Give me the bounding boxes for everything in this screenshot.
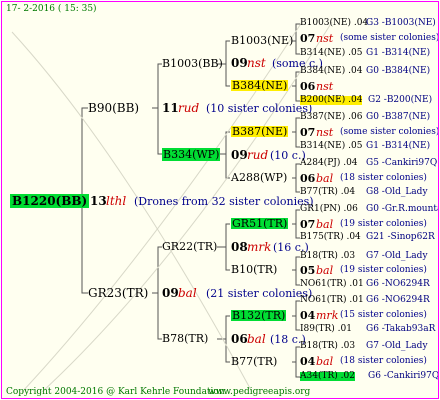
g3-colony[interactable]: B384(NE) [231,80,289,91]
g4-reference: G7 -Old_Lady [366,341,428,351]
g4-colony[interactable]: A284(PJ) .04 [300,159,358,168]
g2-colony[interactable]: B334(WP) [162,148,221,161]
g2-generation: 11 [162,101,179,115]
g4-note: (18 sister colonies) [340,173,427,183]
root-line-name: lthl [106,194,127,208]
g4-note: (19 sister colonies) [340,265,427,275]
g4-line-name: bal [316,264,334,277]
pedigree-frame: 17- 2-2016 ( 15: 35) B1220(BB) 13 lthl (… [1,1,439,399]
g3-generation: 08 [231,240,248,254]
g4-reference: G6 -Takab93aR [366,324,436,334]
g1-colony[interactable]: B90(BB) [88,102,139,114]
g4-reference: G7 -Old_Lady [366,251,428,261]
g2-line-name: bal [247,332,266,346]
g2-colony[interactable]: GR22(TR) [162,241,217,252]
g4-generation: 05 [300,264,316,277]
g4-generation: 06 [300,172,316,185]
g4-reference: G8 -Old_Lady [366,187,428,197]
root-colony-id[interactable]: B1220(BB) [10,194,90,208]
g4-generation: 04 [300,309,316,322]
g4-reference: G1 -B314(NE) [366,48,431,58]
g4-reference: G1 -B314(NE) [366,141,431,151]
g4-generation: 07 [300,32,316,45]
g2-colony[interactable]: B78(TR) [162,333,208,344]
g4-generation: 07 [300,218,316,231]
g1-colony[interactable]: GR23(TR) [88,287,148,299]
g4-colony[interactable]: B387(NE) .06 [300,113,362,122]
g4-colony[interactable]: NO61(TR) .01 [300,280,364,289]
g2-generation: 09 [162,286,179,300]
g3-colony[interactable]: B387(NE) [231,126,289,137]
g4-colony[interactable]: B200(NE) .04 [300,96,363,105]
g4-note: (19 sister colonies) [340,219,427,229]
g4-note: (some sister colonies) [340,33,439,43]
g4-colony[interactable]: B18(TR) .03 [300,342,355,351]
g3-colony[interactable]: B77(TR) [231,356,277,367]
g2-line-name: rud [178,101,200,115]
g4-reference: G21 -Sinop62R [366,232,435,242]
g4-line-name: nst [316,80,334,93]
g3-colony[interactable]: GR51(TR) [231,218,289,229]
root-note: (Drones from 32 sister colonies) [134,195,314,208]
g4-line-name: nst [316,126,334,139]
g4-colony[interactable]: I89(TR) .01 [300,325,352,334]
g4-colony[interactable]: B384(NE) .04 [300,67,362,76]
g4-reference: G0 -B387(NE) [366,112,431,122]
g4-reference: G6 -Cankiri97Q [368,371,439,381]
g4-reference: G3 -B1003(NE) [366,18,436,28]
g4-colony[interactable]: B1003(NE) .04 [300,19,368,28]
g4-line-name: bal [316,172,334,185]
g4-line-name: bal [316,218,334,231]
g4-colony[interactable]: B18(TR) .03 [300,252,355,261]
g3-colony[interactable]: B132(TR) [231,310,287,321]
root-generation: 13 [90,194,107,208]
g2-generation: 06 [231,332,248,346]
g3-colony[interactable]: B10(TR) [231,264,277,275]
g3-generation: 09 [231,56,248,70]
g4-colony[interactable]: B314(NE) .05 [300,49,362,58]
g3-colony[interactable]: B1003(NE) [231,35,293,46]
g3-line-name: mrk [247,240,272,254]
g4-reference: G0 -Gr.R.mounta [366,204,439,214]
g4-note: (18 sister colonies) [340,356,427,366]
g4-line-name: bal [316,355,334,368]
g3-line-name: nst [247,56,266,70]
g4-colony[interactable]: B314(NE) .05 [300,142,362,151]
g3-colony[interactable]: A288(WP) [231,172,287,183]
g4-reference: G5 -Cankiri97Q [366,158,438,168]
footer-copyright: Copyright 2004-2016 @ Karl Kehrle Founda… [6,387,228,397]
g2-line-name: rud [247,148,269,162]
g4-generation: 06 [300,80,316,93]
g4-generation: 04 [300,355,316,368]
g4-reference: G6 -NO6294R [366,279,430,289]
g4-generation: 07 [300,126,316,139]
footer-site-link[interactable]: www.pedigreeapis.org [208,388,310,397]
g4-note: (15 sister colonies) [340,310,427,320]
g4-colony[interactable]: B77(TR) .04 [300,188,355,197]
g4-reference: G6 -NO6294R [366,295,430,305]
g2-generation: 09 [231,148,248,162]
g2-line-name: bal [178,286,197,300]
header-date: 17- 2-2016 ( 15: 35) [6,4,97,14]
g4-line-name: mrk [316,309,339,322]
g4-colony[interactable]: NO61(TR) .01 [300,296,364,305]
g4-colony[interactable]: A34(TR) .02 [300,372,355,381]
g4-reference: G2 -B200(NE) [368,95,433,105]
g2-colony[interactable]: B1003(BB) [162,58,223,69]
g4-reference: G0 -B384(NE) [366,66,431,76]
g4-colony[interactable]: GR1(PN) .06 [300,205,358,214]
g4-line-name: nst [316,32,334,45]
g4-colony[interactable]: B175(TR) .04 [300,233,361,242]
g4-note: (some sister colonies) [340,127,439,137]
g2-note: (10 sister colonies) [206,102,313,115]
g2-note: (21 sister colonies) [206,287,313,300]
